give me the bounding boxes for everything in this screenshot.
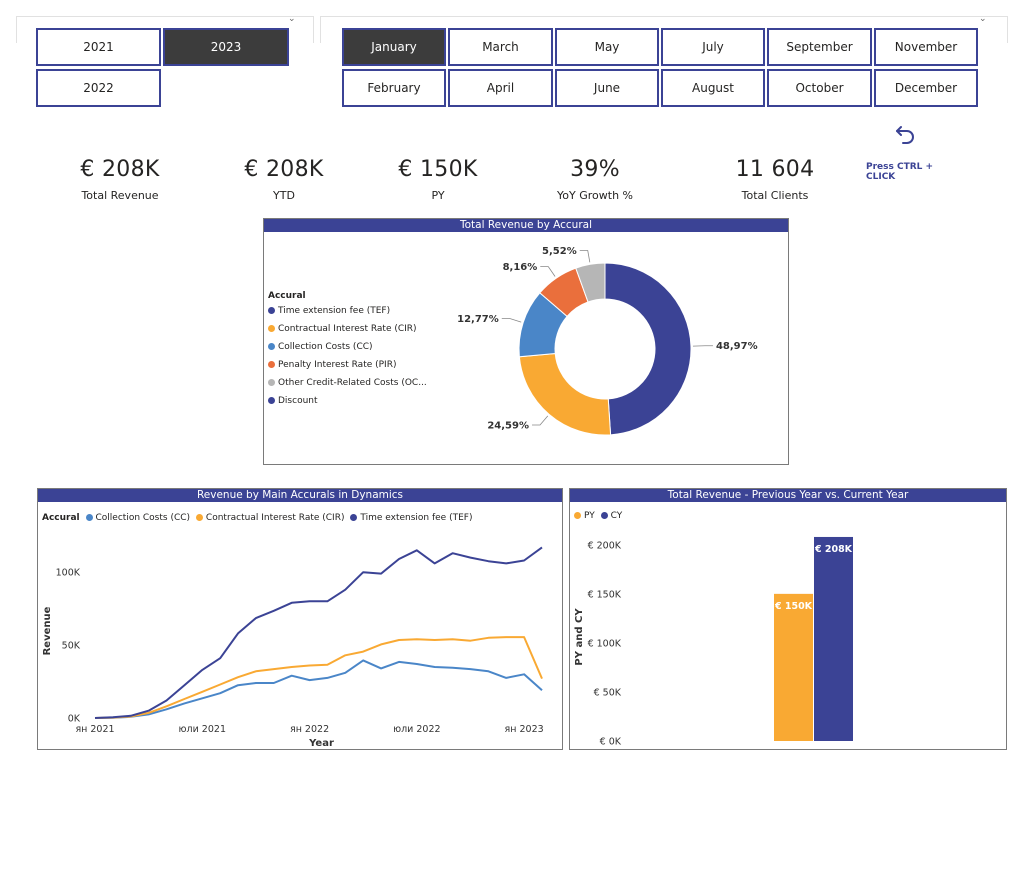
donut-leader-line [532,415,549,426]
donut-slice [518,352,612,436]
y-axis-title: PY and CY [574,608,585,666]
month-tile-october[interactable]: October [767,69,872,107]
month-tile-november[interactable]: November [874,28,978,66]
x-tick-label: ян 2022 [290,724,329,735]
y-tick-label: 100K [56,568,81,579]
kpi-ytd-label: YTD [273,189,295,202]
kpi-yoy-growth-value: 39% [570,157,620,182]
kpi-total-clients-value: 11 604 [735,157,815,182]
donut-data-label: 12,77% [457,314,499,325]
donut-data-label: 48,97% [716,341,758,352]
bar-chart: € 0K€ 50K€ 100K€ 150K€ 200KPY and CY€ 15… [574,536,853,748]
series-line [94,659,543,719]
month-tile-may[interactable]: May [555,28,659,66]
y-tick-label: 50K [62,641,81,652]
kpi-yoy-growth-label: YoY Growth % [557,189,633,202]
month-tile-february[interactable]: February [342,69,446,107]
x-tick-label: юли 2021 [179,724,226,735]
kpi-ytd-value: € 208K [244,157,324,182]
month-tile-september[interactable]: September [767,28,872,66]
y-tick-label: 0K [68,714,81,725]
kpi-py-value: € 150K [398,157,478,182]
donut-data-label: 5,52% [542,246,577,257]
donut-leader-line [540,266,556,277]
bar [814,536,853,741]
month-tile-august[interactable]: August [661,69,765,107]
donut-data-label: 24,59% [487,421,529,432]
bar [774,593,813,741]
bar-data-label: € 208K [814,544,853,555]
undo-arrow-icon [896,126,914,144]
month-tile-march[interactable]: March [448,28,553,66]
y-tick-label: € 50K [594,687,622,698]
month-tile-june[interactable]: June [555,69,659,107]
year-tile-2021[interactable]: 2021 [36,28,161,66]
y-tick-label: € 0K [600,737,622,748]
reset-filters-button[interactable]: Press CTRL + CLICK [862,120,958,182]
donut-chart-panel: Total Revenue by Accural Accural Time ex… [263,218,789,465]
donut-slice [604,262,692,436]
year-slicer-chevron-icon[interactable]: ⌄ [288,14,296,24]
y-tick-label: € 150K [588,589,622,600]
year-tile-2023[interactable]: 2023 [163,28,289,66]
y-tick-label: € 100K [588,638,622,649]
bar-chart-title: Total Revenue - Previous Year vs. Curren… [570,489,1006,502]
x-tick-label: ян 2023 [505,724,544,735]
month-tile-july[interactable]: July [661,28,765,66]
x-tick-label: юли 2022 [393,724,440,735]
donut-chart-title: Total Revenue by Accural [264,219,788,232]
x-tick-label: ян 2021 [75,724,114,735]
month-tile-january[interactable]: January [342,28,446,66]
line-chart: 0K 50K 100K ян 2021 юли 2021 ян 2022 юли 2022 я… [42,546,544,749]
kpi-total-revenue-value: € 208K [80,157,160,182]
bar-data-label: € 150K [774,601,813,612]
y-axis-title: Revenue [42,606,53,655]
year-tile-2022[interactable]: 2022 [36,69,161,107]
donut-leader-line [579,250,591,263]
donut-chart: 48,97% 24,59% 12,77% 8,16% 5,52% [457,246,758,436]
bar-chart-panel: Total Revenue - Previous Year vs. Curren… [569,488,1007,750]
month-tile-december[interactable]: December [874,69,978,107]
series-line [94,636,543,719]
x-axis-title: Year [308,738,334,749]
line-chart-title: Revenue by Main Accurals in Dynamics [38,489,562,502]
reset-hint: Press CTRL + CLICK [866,162,934,182]
month-tile-april[interactable]: April [448,69,553,107]
donut-leader-line [501,318,522,323]
kpi-total-revenue-label: Total Revenue [81,189,159,202]
line-chart-panel: Revenue by Main Accurals in Dynamics Acc… [37,488,563,750]
month-slicer-chevron-icon[interactable]: ⌄ [979,14,987,24]
donut-data-label: 8,16% [503,262,538,273]
series-line [94,546,543,719]
y-tick-label: € 200K [588,540,622,551]
kpi-total-clients-label: Total Clients [741,189,809,202]
kpi-py-label: PY [431,189,445,202]
